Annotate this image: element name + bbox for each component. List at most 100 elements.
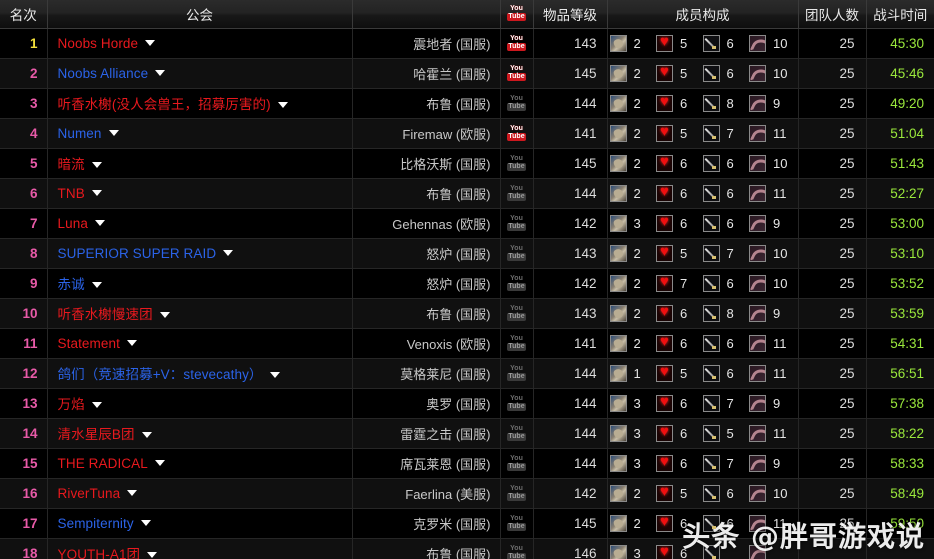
chevron-down-icon[interactable] bbox=[95, 220, 105, 226]
guild-cell[interactable]: RiverTuna bbox=[47, 478, 352, 508]
chevron-down-icon[interactable] bbox=[147, 552, 157, 558]
chevron-down-icon[interactable] bbox=[92, 282, 102, 288]
youtube-cell[interactable]: YouTube bbox=[500, 238, 533, 268]
youtube-icon[interactable]: YouTube bbox=[505, 35, 528, 52]
table-row[interactable]: 1Noobs Horde震地者 (国服)YouTube143256102545:… bbox=[0, 28, 934, 58]
guild-cell[interactable]: YOUTH-A1团 bbox=[47, 538, 352, 559]
youtube-cell[interactable]: YouTube bbox=[500, 358, 533, 388]
guild-cell[interactable]: 赤诚 bbox=[47, 268, 352, 298]
youtube-cell[interactable]: YouTube bbox=[500, 88, 533, 118]
youtube-cell[interactable]: YouTube bbox=[500, 298, 533, 328]
column-header-item-level[interactable]: 物品等级 bbox=[533, 0, 607, 28]
table-row[interactable]: 10听香水榭慢速团布鲁 (国服)YouTube14326892553:59 bbox=[0, 298, 934, 328]
youtube-icon[interactable]: YouTube bbox=[505, 425, 528, 442]
youtube-icon[interactable]: YouTube bbox=[505, 185, 528, 202]
guild-name[interactable]: 万焰 bbox=[58, 397, 85, 412]
guild-cell[interactable]: Sempiternity bbox=[47, 508, 352, 538]
guild-name[interactable]: Numen bbox=[58, 126, 102, 141]
table-row[interactable]: 16RiverTunaFaerlina (美服)YouTube142256102… bbox=[0, 478, 934, 508]
guild-name[interactable]: RiverTuna bbox=[58, 486, 121, 501]
table-row[interactable]: 8SUPERIOR SUPER RAID怒炉 (国服)YouTube143257… bbox=[0, 238, 934, 268]
youtube-icon[interactable]: YouTube bbox=[505, 545, 528, 559]
column-header-composition[interactable]: 成员构成 bbox=[607, 0, 798, 28]
chevron-down-icon[interactable] bbox=[223, 250, 233, 256]
chevron-down-icon[interactable] bbox=[141, 520, 151, 526]
chevron-down-icon[interactable] bbox=[155, 460, 165, 466]
guild-cell[interactable]: TNB bbox=[47, 178, 352, 208]
table-row[interactable]: 17Sempiternity克罗米 (国服)YouTube14526611255… bbox=[0, 508, 934, 538]
table-row[interactable]: 9赤诚怒炉 (国服)YouTube142276102553:52 bbox=[0, 268, 934, 298]
table-row[interactable]: 18YOUTH-A1团布鲁 (国服)YouTube14636 bbox=[0, 538, 934, 559]
guild-cell[interactable]: Noobs Horde bbox=[47, 28, 352, 58]
youtube-cell[interactable]: YouTube bbox=[500, 28, 533, 58]
guild-cell[interactable]: 万焰 bbox=[47, 388, 352, 418]
youtube-cell[interactable]: YouTube bbox=[500, 508, 533, 538]
chevron-down-icon[interactable] bbox=[92, 162, 102, 168]
guild-name[interactable]: 听香水榭(没人会兽王，招募厉害的) bbox=[58, 97, 271, 112]
chevron-down-icon[interactable] bbox=[142, 432, 152, 438]
youtube-icon[interactable]: YouTube bbox=[505, 155, 528, 172]
table-row[interactable]: 11StatementVenoxis (欧服)YouTube1412661125… bbox=[0, 328, 934, 358]
youtube-icon[interactable]: YouTube bbox=[505, 455, 528, 472]
youtube-icon[interactable]: YouTube bbox=[505, 275, 528, 292]
guild-cell[interactable]: 听香水榭(没人会兽王，招募厉害的) bbox=[47, 88, 352, 118]
guild-name[interactable]: THE RADICAL bbox=[58, 456, 148, 471]
guild-cell[interactable]: 听香水榭慢速团 bbox=[47, 298, 352, 328]
youtube-cell[interactable]: YouTube bbox=[500, 418, 533, 448]
guild-name[interactable]: TNB bbox=[58, 186, 85, 201]
guild-cell[interactable]: 清水星辰B团 bbox=[47, 418, 352, 448]
guild-name[interactable]: Statement bbox=[58, 336, 120, 351]
guild-cell[interactable]: SUPERIOR SUPER RAID bbox=[47, 238, 352, 268]
table-row[interactable]: 13万焰奥罗 (国服)YouTube14436792557:38 bbox=[0, 388, 934, 418]
guild-cell[interactable]: Luna bbox=[47, 208, 352, 238]
table-row[interactable]: 2Noobs Alliance哈霍兰 (国服)YouTube1452561025… bbox=[0, 58, 934, 88]
youtube-cell[interactable]: YouTube bbox=[500, 388, 533, 418]
guild-name[interactable]: SUPERIOR SUPER RAID bbox=[58, 246, 217, 261]
guild-name[interactable]: 赤诚 bbox=[58, 277, 85, 292]
guild-name[interactable]: 清水星辰B团 bbox=[58, 427, 135, 442]
chevron-down-icon[interactable] bbox=[109, 130, 119, 136]
table-row[interactable]: 7LunaGehennas (欧服)YouTube14236692553:00 bbox=[0, 208, 934, 238]
column-header-clear-time[interactable]: 战斗时间 bbox=[866, 0, 934, 28]
youtube-icon[interactable]: YouTube bbox=[505, 245, 528, 262]
guild-cell[interactable]: 暗流 bbox=[47, 148, 352, 178]
guild-cell[interactable]: 鸽们（竞速招募+V：stevecathy） bbox=[47, 358, 352, 388]
guild-cell[interactable]: Statement bbox=[47, 328, 352, 358]
guild-cell[interactable]: Noobs Alliance bbox=[47, 58, 352, 88]
table-row[interactable]: 5暗流比格沃斯 (国服)YouTube145266102551:43 bbox=[0, 148, 934, 178]
youtube-cell[interactable]: YouTube bbox=[500, 448, 533, 478]
column-header-guild[interactable]: 公会 bbox=[47, 0, 352, 28]
youtube-cell[interactable]: YouTube bbox=[500, 208, 533, 238]
chevron-down-icon[interactable] bbox=[160, 312, 170, 318]
youtube-icon[interactable]: YouTube bbox=[505, 365, 528, 382]
youtube-icon[interactable]: YouTube bbox=[505, 95, 528, 112]
chevron-down-icon[interactable] bbox=[92, 402, 102, 408]
table-row[interactable]: 15THE RADICAL席瓦莱恩 (国服)YouTube14436792558… bbox=[0, 448, 934, 478]
guild-name[interactable]: Sempiternity bbox=[58, 516, 134, 531]
chevron-down-icon[interactable] bbox=[278, 102, 288, 108]
table-row[interactable]: 4NumenFiremaw (欧服)YouTube141257112551:04 bbox=[0, 118, 934, 148]
column-header-raid-size[interactable]: 团队人数 bbox=[798, 0, 866, 28]
guild-cell[interactable]: THE RADICAL bbox=[47, 448, 352, 478]
youtube-icon[interactable]: YouTube bbox=[505, 305, 528, 322]
youtube-cell[interactable]: YouTube bbox=[500, 148, 533, 178]
youtube-icon[interactable]: YouTube bbox=[505, 485, 528, 502]
guild-name[interactable]: 听香水榭慢速团 bbox=[58, 307, 153, 322]
chevron-down-icon[interactable] bbox=[155, 70, 165, 76]
chevron-down-icon[interactable] bbox=[270, 372, 280, 378]
guild-cell[interactable]: Numen bbox=[47, 118, 352, 148]
chevron-down-icon[interactable] bbox=[92, 190, 102, 196]
guild-name[interactable]: 鸽们（竞速招募+V：stevecathy） bbox=[58, 367, 263, 382]
column-header-rank[interactable]: 名次 bbox=[0, 0, 47, 28]
table-row[interactable]: 6TNB布鲁 (国服)YouTube144266112552:27 bbox=[0, 178, 934, 208]
youtube-cell[interactable]: YouTube bbox=[500, 58, 533, 88]
guild-name[interactable]: Noobs Horde bbox=[58, 36, 139, 51]
youtube-cell[interactable]: YouTube bbox=[500, 178, 533, 208]
table-row[interactable]: 14清水星辰B团雷霆之击 (国服)YouTube144365112558:22 bbox=[0, 418, 934, 448]
table-row[interactable]: 12鸽们（竞速招募+V：stevecathy）莫格莱尼 (国服)YouTube1… bbox=[0, 358, 934, 388]
chevron-down-icon[interactable] bbox=[127, 340, 137, 346]
youtube-cell[interactable]: YouTube bbox=[500, 478, 533, 508]
youtube-icon[interactable]: YouTube bbox=[505, 515, 528, 532]
youtube-cell[interactable]: YouTube bbox=[500, 538, 533, 559]
chevron-down-icon[interactable] bbox=[127, 490, 137, 496]
